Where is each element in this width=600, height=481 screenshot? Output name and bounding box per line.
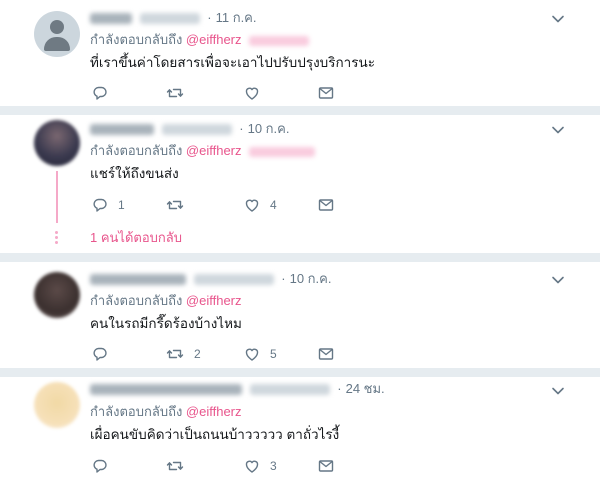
user-name-redacted[interactable] (90, 13, 132, 25)
mention-redacted (249, 146, 316, 157)
heart-icon (245, 460, 259, 473)
reply-button[interactable]: 1 (92, 196, 125, 214)
dm-button[interactable] (318, 196, 334, 214)
user-handle-redacted (193, 274, 274, 286)
user-name-redacted[interactable] (90, 124, 154, 136)
retweet-button[interactable] (166, 84, 194, 102)
replying-to-label: กำลังตอบกลับถึง (90, 143, 183, 158)
user-handle-redacted (139, 13, 200, 25)
retweet-button[interactable]: 2 (166, 345, 201, 363)
reply-icon (93, 198, 107, 212)
user-name-redacted[interactable] (90, 274, 186, 286)
retweet-icon (166, 88, 184, 98)
reply-button[interactable] (92, 84, 118, 102)
tweet-header: · 11 ก.ค. (90, 10, 257, 26)
reply-count: 1 (118, 198, 125, 212)
chevron-down-icon[interactable] (551, 12, 565, 26)
like-count: 4 (270, 198, 277, 212)
tweet-text: แชร์ให้ถึงขนส่ง (90, 166, 179, 181)
envelope-icon (318, 460, 334, 472)
reply-icon (93, 347, 107, 361)
tweet-separator (0, 368, 600, 377)
tweet-text: คนในรถมีกรี๊ดร้องบ้างไหม (90, 316, 242, 331)
envelope-icon (318, 348, 334, 360)
like-count: 5 (270, 347, 277, 361)
user-handle-redacted (249, 384, 330, 396)
user-handle-redacted (161, 124, 232, 136)
avatar[interactable] (34, 272, 80, 318)
dm-button[interactable] (318, 84, 334, 102)
reply-icon (93, 459, 107, 473)
like-button[interactable]: 5 (244, 345, 277, 363)
tweet-text: ที่เราขึ้นค่าโดยสารเพื่อจะเอาไปปรับปรุงบ… (90, 55, 375, 70)
retweet-button[interactable] (166, 457, 194, 475)
tweet-date[interactable]: 11 ก.ค. (216, 10, 257, 25)
heart-icon (245, 348, 259, 361)
mention-redacted (249, 35, 310, 46)
heart-icon (245, 87, 259, 100)
mention-link[interactable]: @eiffherz (186, 293, 242, 308)
replying-to-label: กำลังตอบกลับถึง (90, 404, 183, 419)
like-button[interactable] (244, 84, 270, 102)
heart-icon (245, 199, 259, 212)
tweet-header: · 10 ก.ค. (90, 121, 289, 137)
replying-to-label: กำลังตอบกลับถึง (90, 293, 183, 308)
retweet-icon (166, 200, 184, 210)
like-button[interactable]: 4 (244, 196, 277, 214)
tweet-2[interactable]: · 10 ก.ค. กำลังตอบกลับถึง @eiffherz แชร์ใ… (0, 115, 600, 253)
mention-link[interactable]: @eiffherz (186, 32, 242, 47)
reply-button[interactable] (92, 457, 118, 475)
avatar[interactable] (34, 120, 80, 166)
mention-link[interactable]: @eiffherz (186, 143, 242, 158)
tweet-1[interactable]: · 11 ก.ค. กำลังตอบกลับถึง @eiffherz ที่เร… (0, 0, 600, 106)
chevron-down-icon[interactable] (551, 384, 565, 398)
tweet-date[interactable]: 24 ชม. (346, 381, 385, 396)
retweet-icon (166, 461, 184, 471)
thread-line (56, 171, 58, 223)
avatar[interactable] (34, 11, 80, 57)
replying-to: กำลังตอบกลับถึง @eiffherz (90, 32, 310, 48)
tweet-date[interactable]: 10 ก.ค. (290, 271, 332, 286)
mention-link[interactable]: @eiffherz (186, 404, 242, 419)
dm-button[interactable] (318, 345, 334, 363)
retweet-count: 2 (194, 347, 201, 361)
envelope-icon (318, 199, 334, 211)
replying-to: กำลังตอบกลับถึง @eiffherz (90, 293, 242, 309)
like-count: 3 (270, 459, 277, 473)
chevron-down-icon[interactable] (551, 123, 565, 137)
tweet-date[interactable]: 10 ก.ค. (248, 121, 290, 136)
tweet-text: เผื่อคนขับคิดว่าเป็นถนนบ้าววววว ตาถั่วไร… (90, 427, 340, 442)
replying-to: กำลังตอบกลับถึง @eiffherz (90, 404, 242, 420)
envelope-icon (318, 87, 334, 99)
tweet-separator (0, 106, 600, 115)
retweet-icon (166, 349, 184, 359)
retweet-button[interactable] (166, 196, 194, 214)
show-more-replies-link[interactable]: 1 คนได้ตอบกลับ (90, 230, 182, 246)
replying-to-label: กำลังตอบกลับถึง (90, 32, 183, 47)
like-button[interactable]: 3 (244, 457, 277, 475)
tweet-header: · 24 ชม. (90, 381, 385, 397)
replying-to: กำลังตอบกลับถึง @eiffherz (90, 143, 316, 159)
tweet-3[interactable]: · 10 ก.ค. กำลังตอบกลับถึง @eiffherz คนในร… (0, 262, 600, 368)
tweet-separator (0, 253, 600, 262)
tweet-header: · 10 ก.ค. (90, 271, 331, 287)
dm-button[interactable] (318, 457, 334, 475)
user-name-redacted[interactable] (90, 384, 242, 396)
thread-dots (55, 229, 59, 246)
chevron-down-icon[interactable] (551, 273, 565, 287)
avatar[interactable] (34, 382, 80, 428)
reply-button[interactable] (92, 345, 118, 363)
tweet-4[interactable]: · 24 ชม. กำลังตอบกลับถึง @eiffherz เผื่อค… (0, 377, 600, 481)
reply-icon (93, 86, 107, 100)
